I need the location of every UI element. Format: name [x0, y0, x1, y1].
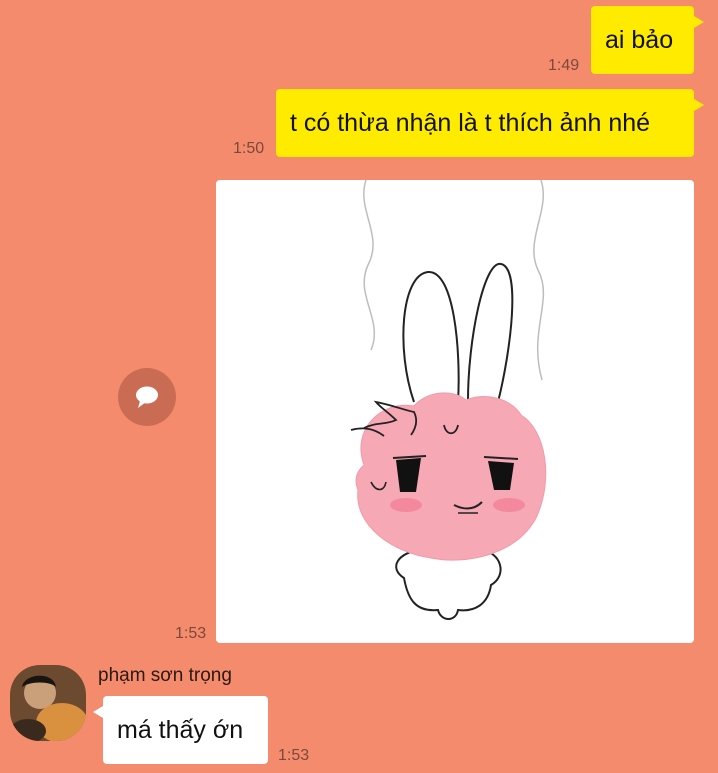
share-button[interactable] — [118, 368, 176, 426]
sender-name: phạm sơn trọng — [98, 665, 232, 686]
pink-bunny-smirk-sticker — [350, 180, 547, 620]
chat-room: 1:49 ai bảo 1:50 t có thừa nhận là t thí… — [0, 0, 718, 773]
bubble-tail — [694, 16, 704, 28]
speech-bubble-icon — [136, 386, 158, 408]
my-message-bubble[interactable]: t có thừa nhận là t thích ảnh nhé — [276, 89, 694, 157]
message-time: 1:49 — [548, 57, 580, 74]
sticker-message[interactable] — [216, 180, 694, 643]
my-message-bubble[interactable]: ai bảo — [591, 6, 694, 74]
their-message-bubble[interactable]: má thấy ớn — [103, 696, 268, 764]
bubble-tail — [93, 706, 103, 718]
message-text: ai bảo — [605, 25, 674, 54]
message-text: t có thừa nhận là t thích ảnh nhé — [290, 108, 651, 137]
message-time: 1:50 — [233, 140, 265, 157]
sender-avatar[interactable] — [10, 665, 86, 741]
message-time: 1:53 — [278, 747, 310, 764]
message-time: 1:53 — [175, 625, 207, 642]
message-text: má thấy ớn — [117, 715, 244, 744]
user-avatar-photo — [10, 665, 86, 741]
bubble-tail — [694, 99, 704, 111]
